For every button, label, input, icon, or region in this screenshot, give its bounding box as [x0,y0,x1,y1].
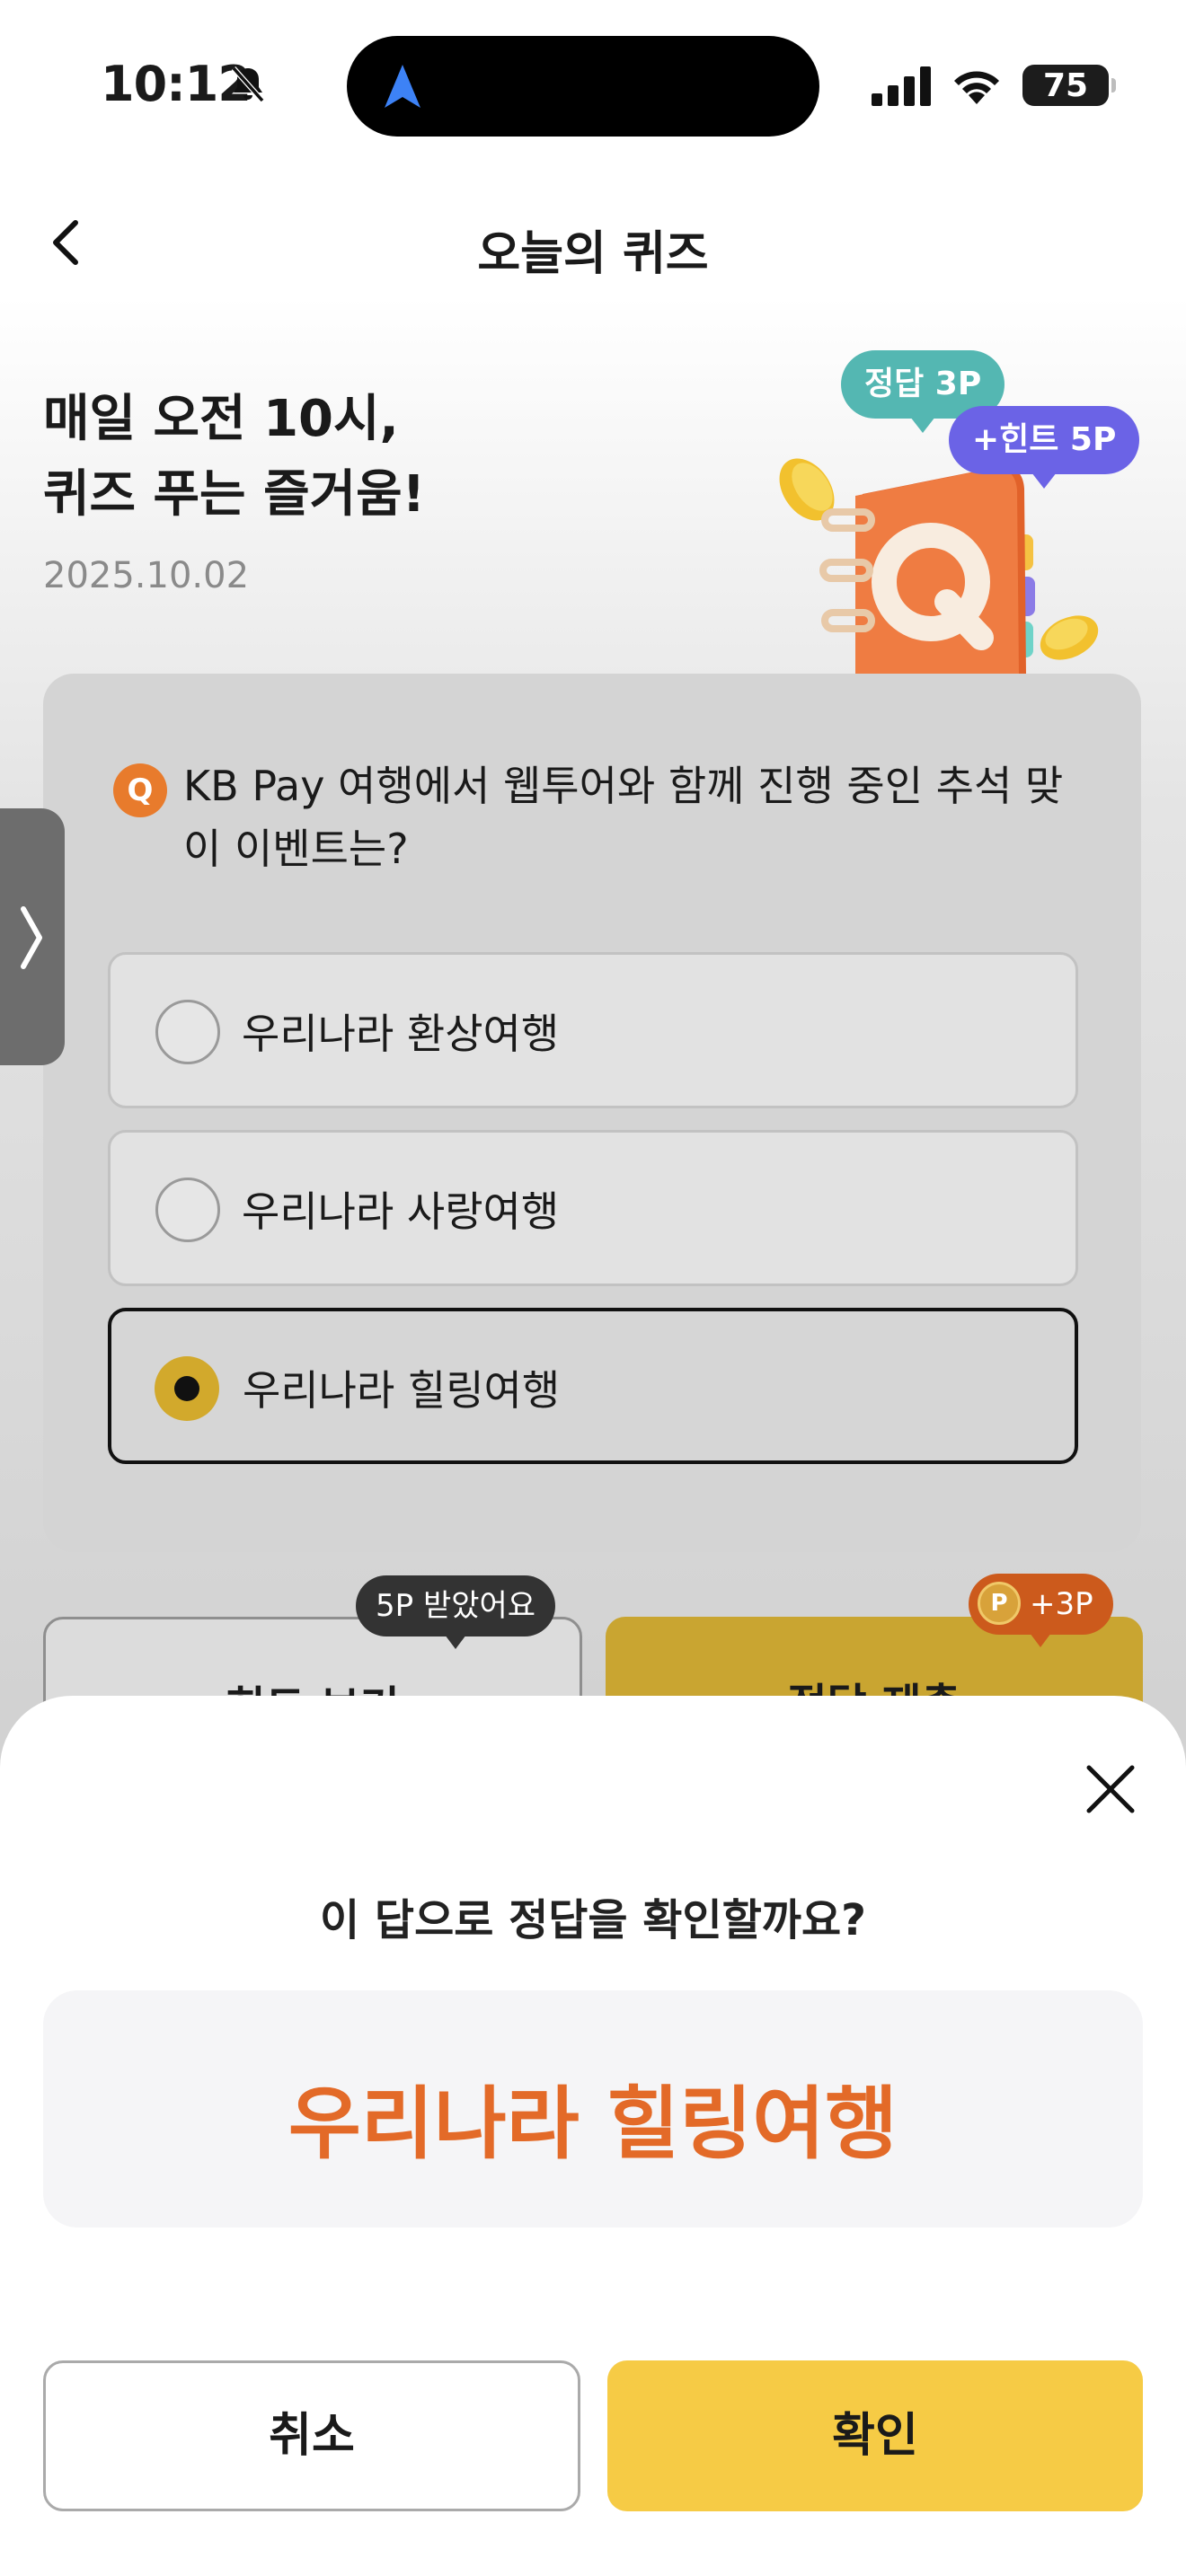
submit-reward-text: +3P [1030,1586,1093,1622]
battery-indicator: 75 [1022,65,1116,106]
quiz-question: KB Pay 여행에서 웹투어와 함께 진행 중인 추석 맞이 이벤트는? [183,762,1064,873]
quiz-date: 2025.10.02 [43,555,250,596]
option-label: 우리나라 힐링여행 [243,1366,561,1415]
option-label: 우리나라 환상여행 [242,1010,560,1058]
navigation-arrow-icon [385,65,420,108]
page-title: 오늘의 퀴즈 [477,227,709,281]
wifi-icon [954,71,999,104]
close-icon[interactable] [1082,1760,1139,1818]
dynamic-island [347,36,819,137]
radio-button-selected[interactable] [155,1356,219,1421]
answer-option-1[interactable]: 우리나라 환상여행 [108,952,1078,1108]
point-coin-icon: P [978,1581,1021,1625]
hint-reward-tooltip: 5P 받았어요 [356,1575,556,1649]
radio-button[interactable] [155,1000,220,1064]
hint-points-badge: +힌트 5P [949,406,1140,489]
confirm-question: 이 답으로 정답을 확인할까요? [320,1895,866,1945]
selected-answer-box: 우리나라 힐링여행 [43,1990,1143,2228]
selected-answer-text: 우리나라 힐링여행 [288,2078,898,2170]
side-drawer-handle[interactable] [0,808,65,1065]
answer-option-3[interactable]: 우리나라 힐링여행 [108,1308,1078,1464]
confirm-button[interactable]: 확인 [607,2360,1143,2511]
chevron-right-icon [21,906,42,969]
cellular-signal-icon [872,66,931,106]
status-bar: 10:12 75 [0,0,1186,171]
bell-off-icon [231,66,265,102]
option-label: 우리나라 사랑여행 [242,1187,560,1236]
cancel-button[interactable]: 취소 [43,2360,580,2511]
question-badge: Q [113,763,167,817]
hero-title: 매일 오전 10시, 퀴즈 푸는 즐거움! [43,390,426,524]
confirm-answer-sheet: 이 답으로 정답을 확인할까요? 우리나라 힐링여행 취소 확인 [0,1696,1186,2576]
submit-reward-tooltip: P +3P [969,1574,1113,1647]
answer-option-2[interactable]: 우리나라 사랑여행 [108,1130,1078,1286]
top-nav-bar: 오늘의 퀴즈 [0,189,1186,296]
radio-button[interactable] [155,1178,220,1242]
